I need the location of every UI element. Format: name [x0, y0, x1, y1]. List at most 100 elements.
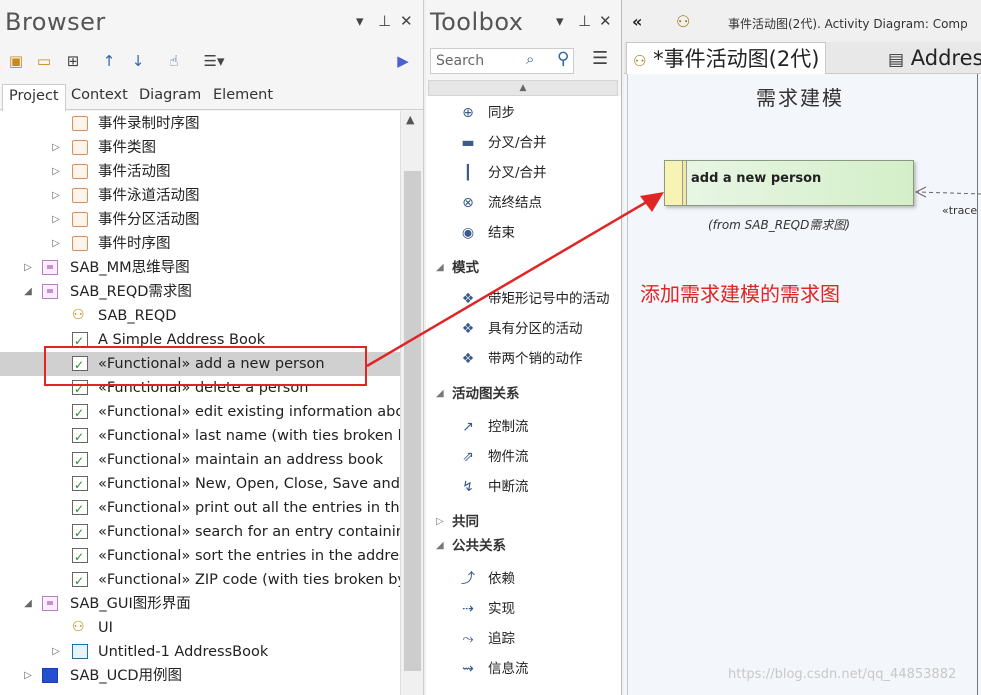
- tree-row[interactable]: «Functional» New, Open, Close, Save and: [0, 472, 400, 497]
- new-diagram-icon[interactable]: ⊞: [62, 50, 84, 72]
- tree-row[interactable]: ▷ 事件类图: [0, 136, 400, 160]
- requirement-icon: [72, 521, 88, 545]
- expander-icon[interactable]: ◢: [436, 382, 444, 406]
- expander-icon[interactable]: ◢: [22, 592, 34, 616]
- toolbox-item[interactable]: ┃ 分叉/合并: [426, 160, 621, 186]
- tree-row-label: SAB_REQD: [98, 308, 177, 324]
- tree-scrollbar[interactable]: ▲: [400, 111, 423, 695]
- hierarchy-icon: ⚇: [72, 619, 85, 635]
- expander-icon[interactable]: ◢: [22, 280, 34, 304]
- tree-row[interactable]: ⚇ SAB_REQD: [0, 304, 400, 328]
- expander-icon[interactable]: ▷: [22, 256, 34, 280]
- expander-icon[interactable]: ◢: [436, 534, 444, 558]
- tree-row-label: SAB_MM思维导图: [70, 260, 190, 276]
- tab-address[interactable]: ▤ Address: [882, 42, 981, 74]
- scroll-up-icon[interactable]: ▲: [406, 113, 414, 126]
- toolbox-item[interactable]: ❖ 带矩形记号中的活动: [426, 286, 621, 312]
- expander-icon[interactable]: ▷: [436, 510, 444, 534]
- move-up-icon[interactable]: ↑: [98, 50, 120, 72]
- activity-diagram-icon: ⚇: [633, 52, 647, 70]
- tab-activity-diagram[interactable]: ⚇ *事件活动图(2代): [626, 42, 827, 74]
- tree-row[interactable]: «Functional» print out all the entries i…: [0, 496, 400, 521]
- tree-row[interactable]: ⚇ UI: [0, 616, 400, 640]
- diagram-canvas[interactable]: 需求建模 add a new person (from SAB_REQD需求图)…: [627, 74, 981, 695]
- toolbox-group[interactable]: ◢ 活动图关系: [426, 382, 621, 406]
- toolbox-group[interactable]: ◢ 公共关系: [426, 534, 621, 558]
- play-icon[interactable]: ▶: [392, 50, 414, 72]
- document-icon: ▤: [888, 50, 905, 70]
- toolbox-item[interactable]: ⤴ 依赖: [426, 566, 621, 592]
- document-icon: [72, 644, 88, 659]
- tree-row[interactable]: ▷ SAB_UCD用例图: [0, 664, 400, 688]
- find-icon[interactable]: ⚲: [557, 49, 569, 69]
- pin-icon[interactable]: ⊥: [378, 12, 391, 30]
- tree-row[interactable]: ◢ SAB_GUI图形界面: [0, 592, 400, 616]
- tree-row[interactable]: 事件录制时序图: [0, 112, 400, 136]
- tree-row[interactable]: «Functional» last name (with ties broken…: [0, 424, 400, 449]
- project-tree: 事件录制时序图 ▷ 事件类图 ▷ 事件活动图 ▷ 事件泳道活动图 ▷ 事件分区活动图 ▷ 事件时序图…: [0, 111, 400, 695]
- expander-icon[interactable]: ▷: [50, 232, 62, 256]
- toolbox-group[interactable]: ◢ 模式: [426, 256, 621, 280]
- collapse-icon[interactable]: «: [632, 12, 642, 31]
- tree-row[interactable]: ▷ 事件分区活动图: [0, 208, 400, 232]
- expander-icon[interactable]: ▷: [50, 136, 62, 160]
- dropdown-icon[interactable]: ▾: [356, 12, 364, 30]
- menu-icon[interactable]: ☰▾: [195, 50, 233, 72]
- expander-icon[interactable]: ◢: [436, 256, 444, 280]
- toolbox-item[interactable]: ❖ 具有分区的活动: [426, 316, 621, 342]
- tree-row[interactable]: «Functional» maintain an address book: [0, 448, 400, 473]
- toolbox-item[interactable]: ⇝ 信息流: [426, 656, 621, 682]
- expander-icon[interactable]: ▷: [50, 640, 62, 664]
- tree-row[interactable]: ▷ Untitled-1 AddressBook: [0, 640, 400, 664]
- scroll-thumb[interactable]: [404, 171, 421, 671]
- expander-icon[interactable]: ▷: [50, 160, 62, 184]
- toolbox-item[interactable]: ⇗ 物件流: [426, 444, 621, 470]
- tree-row[interactable]: «Functional» edit existing information a…: [0, 400, 400, 425]
- toolbox-search-input[interactable]: Search: [430, 48, 574, 74]
- tree-row[interactable]: ▷ 事件泳道活动图: [0, 184, 400, 208]
- toolbox-item[interactable]: ↗ 控制流: [426, 414, 621, 440]
- tree-row-label: SAB_REQD需求图: [70, 284, 192, 300]
- expander-icon[interactable]: ▷: [50, 184, 62, 208]
- tree-row[interactable]: ◢ SAB_REQD需求图: [0, 280, 400, 304]
- tab-context[interactable]: Context: [65, 84, 134, 111]
- tab-diagram[interactable]: Diagram: [133, 84, 207, 111]
- tree-row[interactable]: «Functional» sort the entries in the add…: [0, 544, 400, 569]
- requirement-element[interactable]: add a new person: [664, 160, 914, 206]
- dropdown-icon[interactable]: ▾: [556, 12, 564, 30]
- toolbox-item[interactable]: ⊗ 流终结点: [426, 190, 621, 216]
- close-icon[interactable]: ✕: [400, 12, 413, 30]
- toolbox-scroll-up[interactable]: ▲: [428, 80, 618, 96]
- tab-project[interactable]: Project: [2, 84, 66, 111]
- tree-row[interactable]: «Functional» ZIP code (with ties broken …: [0, 568, 400, 593]
- toolbox-item[interactable]: ❖ 带两个销的动作: [426, 346, 621, 372]
- pin-icon[interactable]: ⊥: [578, 12, 591, 30]
- expander-icon[interactable]: ▷: [50, 208, 62, 232]
- tree-row[interactable]: ▷ 事件活动图: [0, 160, 400, 184]
- toolbox-item[interactable]: ⊕ 同步: [426, 100, 621, 126]
- tree-row[interactable]: «Functional» search for an entry contain…: [0, 520, 400, 545]
- locate-icon[interactable]: ☝: [163, 50, 185, 72]
- tree-row-label: 事件活动图: [98, 164, 171, 180]
- close-icon[interactable]: ✕: [599, 12, 612, 30]
- tab-element[interactable]: Element: [207, 84, 279, 111]
- toolbox-item[interactable]: ▬ 分叉/合并: [426, 130, 621, 156]
- tree-row[interactable]: ▷ SAB_MM思维导图: [0, 256, 400, 280]
- trace-label: «trace: [942, 204, 978, 217]
- toolbox-title: Toolbox: [430, 8, 524, 36]
- requirement-icon: [72, 473, 88, 497]
- package-icon: [42, 596, 58, 611]
- toolbox-item[interactable]: ◉ 结束: [426, 220, 621, 246]
- search-icon[interactable]: ⌕: [526, 50, 534, 68]
- expander-icon[interactable]: ▷: [22, 664, 34, 688]
- toolbox-item[interactable]: ⤳ 追踪: [426, 626, 621, 652]
- menu-icon[interactable]: ☰: [592, 48, 608, 69]
- folder-icon[interactable]: ▭: [33, 50, 55, 72]
- toolbox-item[interactable]: ↯ 中断流: [426, 474, 621, 500]
- tree-row[interactable]: ▷ 事件时序图: [0, 232, 400, 256]
- toolbox-group[interactable]: ▷ 共同: [426, 510, 621, 534]
- move-down-icon[interactable]: ↓: [127, 50, 149, 72]
- toolbox-item[interactable]: ⇢ 实现: [426, 596, 621, 622]
- tree-row-label: 事件分区活动图: [98, 212, 200, 228]
- new-package-icon[interactable]: ▣: [5, 50, 27, 72]
